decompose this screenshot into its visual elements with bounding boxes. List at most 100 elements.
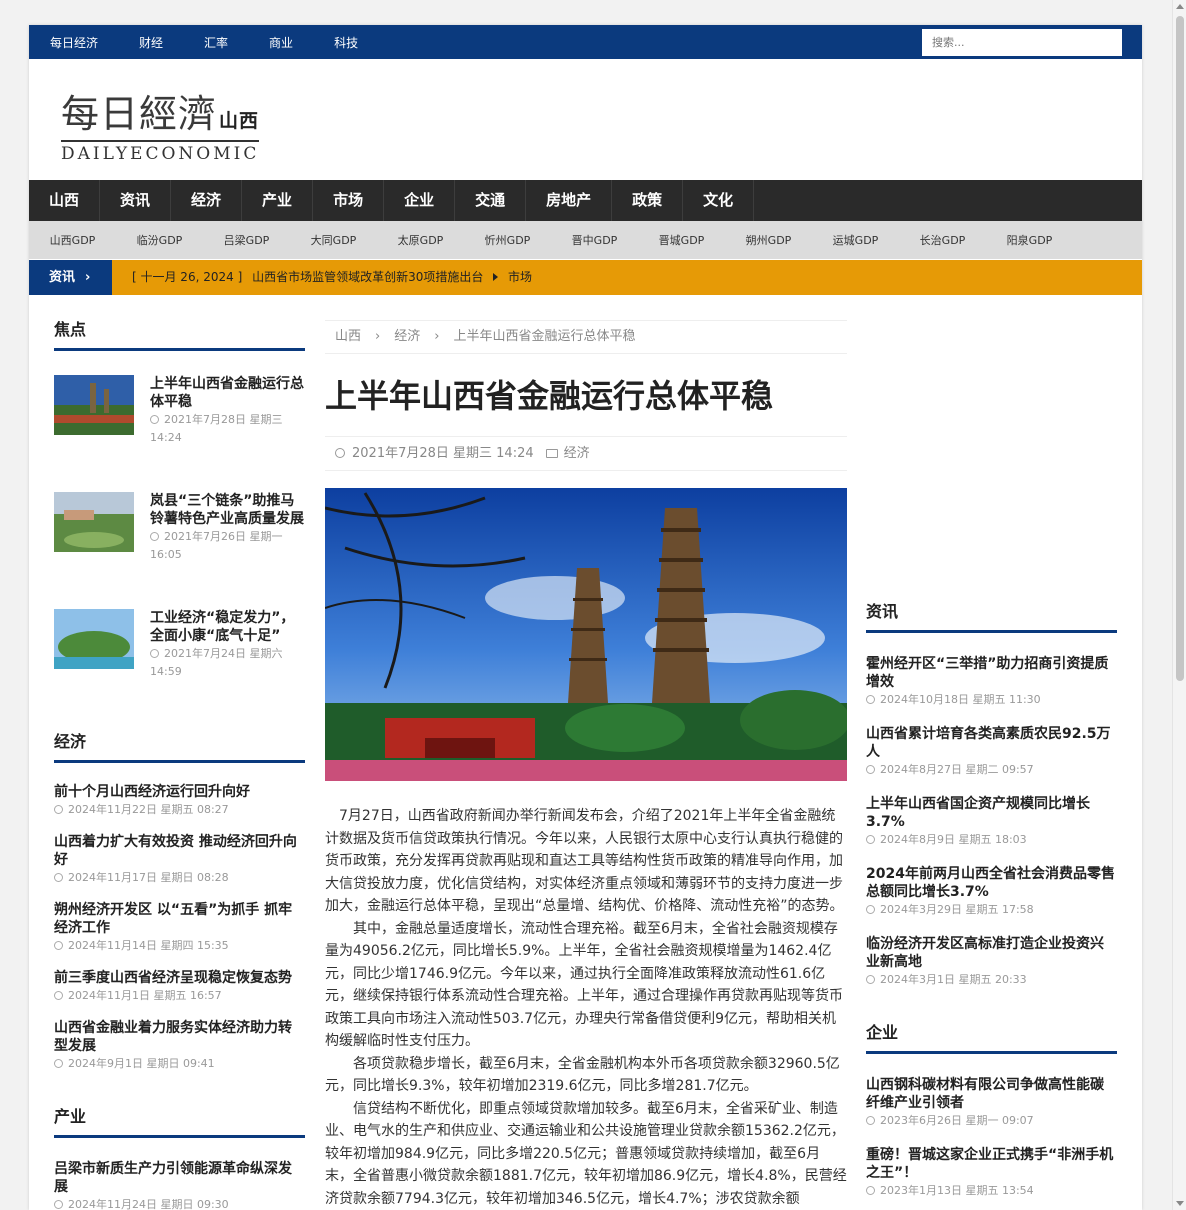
focus-title[interactable]: 工业经济“稳定发力”，全面小康“底气十足” — [150, 609, 305, 645]
clock-icon — [54, 1059, 63, 1068]
list-item[interactable]: 山西省金融业着力服务实体经济助力转型发展 2024年9月1日 星期日 09:41 — [54, 1019, 305, 1073]
clock-icon — [866, 765, 875, 774]
focus-item[interactable]: 上半年山西省金融运行总体平稳 2021年7月28日 星期三 14:24 — [54, 375, 305, 468]
left-sidebar: 焦点 上半年山西省金融运行总体平稳 2021年7月28日 星期三 14:24 岚… — [54, 316, 305, 1210]
list-item[interactable]: 上半年山西省国企资产规模同比增长3.7% 2024年8月9日 星期五 18:03 — [866, 795, 1117, 849]
list-item[interactable]: 山西钢科碳材料有限公司争做高性能碳纤维产业引领者 2023年6月26日 星期一 … — [866, 1076, 1117, 1130]
focus-thumbnail[interactable] — [54, 609, 134, 669]
list-item-title[interactable]: 吕梁市新质生产力引领能源革命纵深发展 — [54, 1160, 305, 1196]
clock-icon — [150, 415, 159, 424]
focus-date: 2021年7月26日 星期一 16:05 — [150, 530, 283, 561]
list-item-title[interactable]: 前三季度山西省经济呈现稳定恢复态势 — [54, 969, 305, 987]
focus-info: 工业经济“稳定发力”，全面小康“底气十足” 2021年7月24日 星期六 14:… — [150, 609, 305, 702]
list-item[interactable]: 前十个月山西经济运行回升向好 2024年11月22日 星期五 08:27 — [54, 783, 305, 819]
breadcrumb-separator: › — [434, 329, 440, 344]
breadcrumb-item[interactable]: 山西 — [335, 329, 361, 344]
focus-title[interactable]: 上半年山西省金融运行总体平稳 — [150, 375, 305, 411]
top-link-tech[interactable]: 科技 — [334, 34, 358, 51]
subnav-item[interactable]: 吕梁GDP — [203, 232, 290, 248]
subnav-item[interactable]: 朔州GDP — [725, 232, 812, 248]
list-item-title[interactable]: 重磅！晋城这家企业正式携手“非洲手机之王”！ — [866, 1146, 1117, 1182]
list-item-meta: 2024年11月14日 星期四 15:35 — [54, 937, 305, 955]
list-item[interactable]: 吕梁市新质生产力引领能源革命纵深发展 2024年11月24日 星期日 09:30 — [54, 1160, 305, 1210]
article-date: 2021年7月28日 星期三 14:24 — [352, 446, 534, 461]
article-category[interactable]: 经济 — [564, 446, 590, 461]
focus-thumbnail[interactable] — [54, 492, 134, 552]
list-item[interactable]: 山西着力扩大有效投资 推动经济回升向好 2024年11月17日 星期日 08:2… — [54, 833, 305, 887]
focus-title[interactable]: 岚县“三个链条”助推马铃薯特色产业高质量发展 — [150, 492, 305, 528]
list-item-title[interactable]: 霍州经开区“三举措”助力招商引资提质增效 — [866, 655, 1117, 691]
clock-icon — [866, 975, 875, 984]
subnav-item[interactable]: 长治GDP — [899, 232, 986, 248]
section-title-focus: 焦点 — [54, 316, 305, 351]
list-item-title[interactable]: 山西着力扩大有效投资 推动经济回升向好 — [54, 833, 305, 869]
clock-icon — [54, 805, 63, 814]
top-link-business[interactable]: 商业 — [269, 34, 293, 51]
top-link-exchange[interactable]: 汇率 — [204, 34, 228, 51]
subnav-item[interactable]: 太原GDP — [377, 232, 464, 248]
nav-item-culture[interactable]: 文化 — [683, 180, 755, 221]
breadcrumb-item[interactable]: 经济 — [394, 329, 420, 344]
search-input[interactable] — [922, 29, 1122, 56]
nav-item-enterprise[interactable]: 企业 — [384, 180, 456, 221]
nav-item-shanxi[interactable]: 山西 — [29, 180, 101, 221]
subnav-item[interactable]: 山西GDP — [29, 232, 116, 248]
list-item-title[interactable]: 2024年前两月山西全省社会消费品零售总额同比增长3.7% — [866, 865, 1117, 901]
scroll-up-icon[interactable] — [1176, 4, 1184, 9]
focus-info: 岚县“三个链条”助推马铃薯特色产业高质量发展 2021年7月26日 星期一 16… — [150, 492, 305, 585]
subnav-item[interactable]: 晋城GDP — [638, 232, 725, 248]
list-item[interactable]: 前三季度山西省经济呈现稳定恢复态势 2024年11月1日 星期五 16:57 — [54, 969, 305, 1005]
page-scrollbar[interactable] — [1172, 0, 1186, 1210]
focus-info: 上半年山西省金融运行总体平稳 2021年7月28日 星期三 14:24 — [150, 375, 305, 468]
nav-item-transport[interactable]: 交通 — [455, 180, 527, 221]
subnav-item[interactable]: 忻州GDP — [464, 232, 551, 248]
breadcrumb-separator: › — [375, 329, 381, 344]
scrollbar-thumb[interactable] — [1176, 16, 1184, 681]
section-title-industry: 产业 — [54, 1103, 305, 1138]
top-link-daily[interactable]: 每日经济 — [50, 34, 98, 51]
list-item-title[interactable]: 上半年山西省国企资产规模同比增长3.7% — [866, 795, 1117, 831]
list-item-title[interactable]: 山西钢科碳材料有限公司争做高性能碳纤维产业引领者 — [866, 1076, 1117, 1112]
nav-item-realestate[interactable]: 房地产 — [526, 180, 613, 221]
list-item[interactable]: 霍州经开区“三举措”助力招商引资提质增效 2024年10月18日 星期五 11:… — [866, 655, 1117, 709]
logo-divider — [61, 140, 259, 142]
list-item-title[interactable]: 山西省累计培育各类高素质农民92.5万人 — [866, 725, 1117, 761]
subnav-item[interactable]: 运城GDP — [812, 232, 899, 248]
list-item-title[interactable]: 临汾经济开发区高标准打造企业投资兴业新高地 — [866, 935, 1117, 971]
list-item[interactable]: 2024年前两月山西全省社会消费品零售总额同比增长3.7% 2024年3月29日… — [866, 865, 1117, 919]
folder-icon — [545, 449, 558, 458]
scroll-down-icon[interactable] — [1176, 1201, 1184, 1206]
list-item-date: 2024年3月1日 星期五 20:33 — [880, 973, 1027, 986]
list-item-title[interactable]: 山西省金融业着力服务实体经济助力转型发展 — [54, 1019, 305, 1055]
top-link-finance[interactable]: 财经 — [139, 34, 163, 51]
ticker-category[interactable]: 市场 — [508, 270, 532, 284]
subnav-item[interactable]: 阳泉GDP — [986, 232, 1073, 248]
page-container: 每日经济 财经 汇率 商业 科技 每日經濟山西 DAILYECONOMIC 山西… — [29, 25, 1142, 1210]
list-item-title[interactable]: 朔州经济开发区 以“五看”为抓手 抓牢经济工作 — [54, 901, 305, 937]
list-item[interactable]: 朔州经济开发区 以“五看”为抓手 抓牢经济工作 2024年11月14日 星期四 … — [54, 901, 305, 955]
list-item[interactable]: 临汾经济开发区高标准打造企业投资兴业新高地 2024年3月1日 星期五 20:3… — [866, 935, 1117, 989]
focus-thumbnail[interactable] — [54, 375, 134, 435]
subnav-item[interactable]: 大同GDP — [290, 232, 377, 248]
focus-item[interactable]: 岚县“三个链条”助推马铃薯特色产业高质量发展 2021年7月26日 星期一 16… — [54, 492, 305, 585]
subnav-item[interactable]: 晋中GDP — [551, 232, 638, 248]
nav-item-news[interactable]: 资讯 — [100, 180, 172, 221]
focus-item[interactable]: 工业经济“稳定发力”，全面小康“底气十足” 2021年7月24日 星期六 14:… — [54, 609, 305, 702]
section-title-economy: 经济 — [54, 728, 305, 763]
ticker-text[interactable]: [ 十一月 26, 2024 ] 山西省市场监管领域改革创新30项措施出台 市场 — [132, 260, 532, 295]
nav-item-industry[interactable]: 产业 — [242, 180, 314, 221]
ticker-headline[interactable]: 山西省市场监管领域改革创新30项措施出台 — [252, 270, 483, 284]
list-item-date: 2024年8月27日 星期二 09:57 — [880, 763, 1034, 776]
site-logo[interactable]: 每日經濟 山西 DAILYECONOMIC — [61, 83, 259, 164]
nav-item-economy[interactable]: 经济 — [171, 180, 243, 221]
list-item-title[interactable]: 前十个月山西经济运行回升向好 — [54, 783, 305, 801]
focus-meta: 2021年7月26日 星期一 16:05 — [150, 528, 305, 564]
section-title-news: 资讯 — [866, 598, 1117, 633]
subnav-item[interactable]: 临汾GDP — [116, 232, 203, 248]
nav-item-market[interactable]: 市场 — [313, 180, 385, 221]
clock-icon — [54, 1200, 63, 1209]
list-item[interactable]: 山西省累计培育各类高素质农民92.5万人 2024年8月27日 星期二 09:5… — [866, 725, 1117, 779]
list-item[interactable]: 重磅！晋城这家企业正式携手“非洲手机之王”！ 2023年1月13日 星期五 13… — [866, 1146, 1117, 1200]
logo-region: 山西 — [219, 110, 260, 132]
nav-item-policy[interactable]: 政策 — [612, 180, 684, 221]
